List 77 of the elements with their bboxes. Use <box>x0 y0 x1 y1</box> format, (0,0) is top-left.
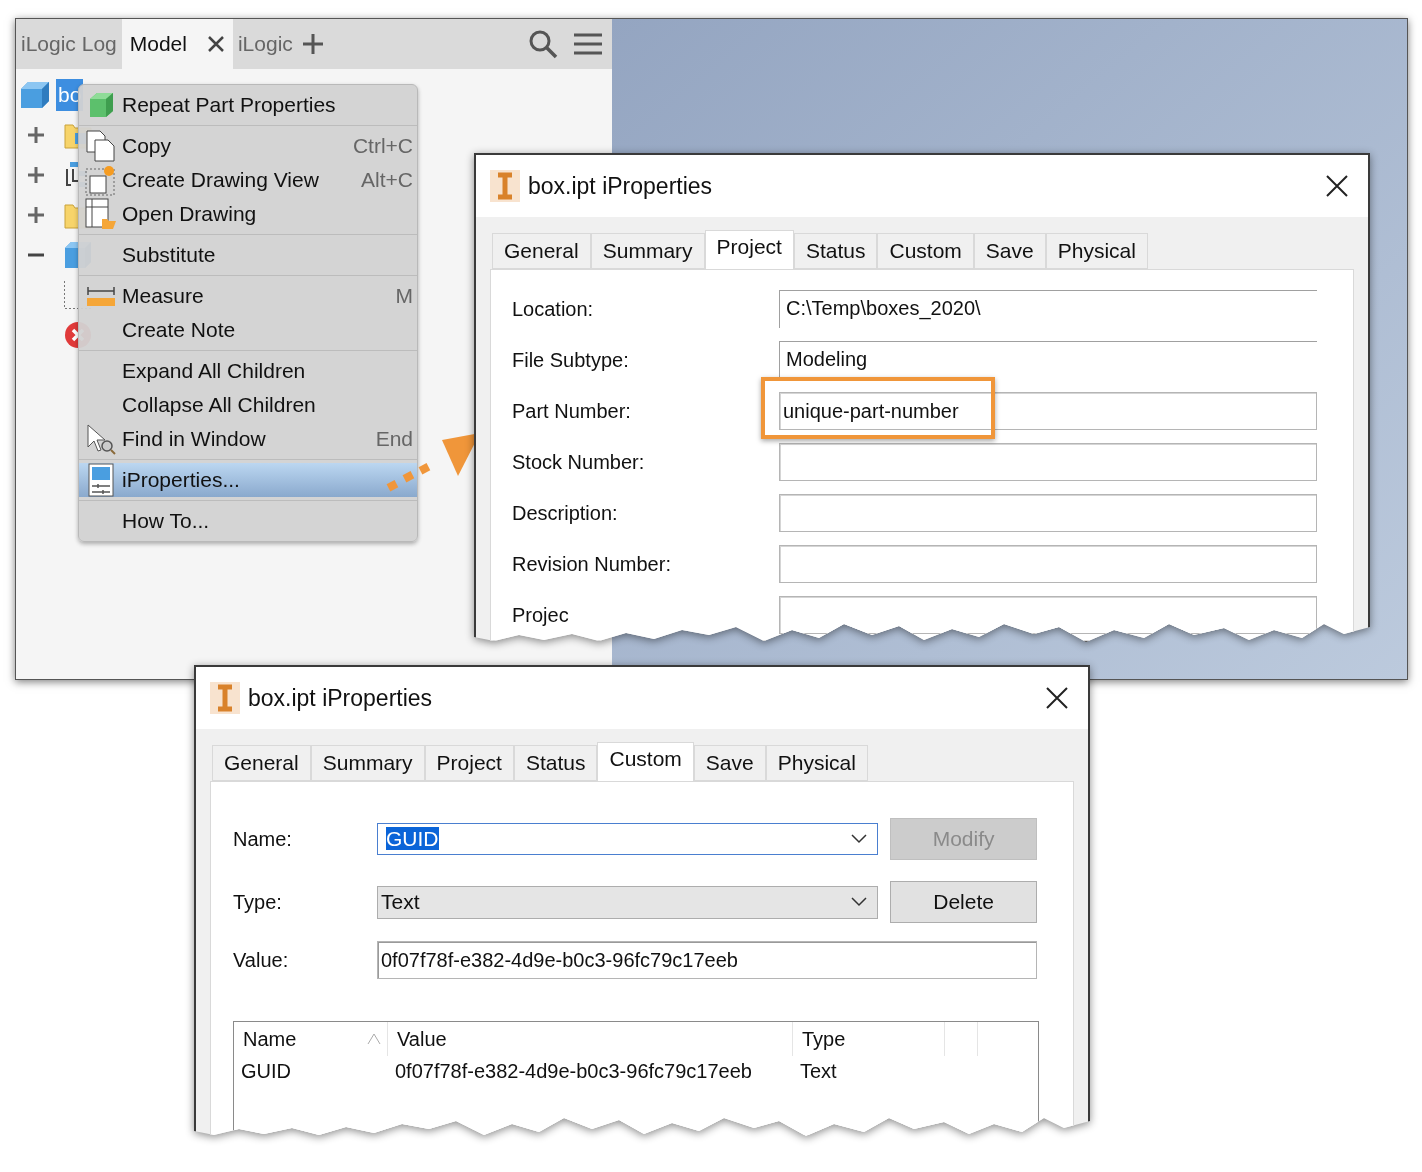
readonly-field: C:\Temp\boxes_2020\ <box>779 290 1317 328</box>
menu-item[interactable]: Create Drawing View Alt+C <box>79 163 417 197</box>
table-cell-text: GUID <box>240 1059 292 1084</box>
plus-icon[interactable] <box>301 33 324 55</box>
expand-icon[interactable] <box>27 206 45 224</box>
dialog-tab[interactable]: Project <box>704 230 794 270</box>
menu-item[interactable]: Open Drawing <box>79 197 417 231</box>
dialog-tab[interactable]: Save <box>973 233 1046 269</box>
menu-icon[interactable] <box>574 32 602 56</box>
ruler-icon <box>85 284 116 308</box>
input-field[interactable] <box>779 545 1317 583</box>
menu-item[interactable]: Find in Window End <box>79 422 417 456</box>
window-title: box.ipt iProperties <box>528 171 714 201</box>
dialog-tab[interactable]: Physical <box>1045 233 1148 269</box>
field-label: Description: <box>512 501 619 526</box>
dialog-tab[interactable]: Custom <box>877 233 974 269</box>
menu-item[interactable]: Create Note <box>79 313 417 347</box>
input-field[interactable] <box>779 596 1317 634</box>
column-header[interactable]: Name <box>234 1022 388 1056</box>
drawing-folder-icon <box>84 198 117 230</box>
dialog-tab[interactable]: Physical <box>765 745 868 781</box>
delete-button[interactable]: Delete <box>890 881 1037 923</box>
chevron-down-icon[interactable] <box>851 834 868 844</box>
column-header[interactable]: Value <box>388 1022 793 1056</box>
app-logo-icon <box>490 170 520 202</box>
chevron-down-icon[interactable] <box>851 897 868 907</box>
dialog-tab[interactable]: Status <box>513 745 598 781</box>
close-icon[interactable] <box>206 35 225 53</box>
dialog-tab[interactable]: General <box>212 745 311 781</box>
browser-tab[interactable]: iLogic Log <box>16 19 122 69</box>
dialog-tab[interactable]: Summary <box>310 745 425 781</box>
dialog-tab[interactable]: Status <box>793 233 878 269</box>
dialog-tab[interactable]: Save <box>693 745 766 781</box>
table-cell-text: Text <box>799 1059 838 1084</box>
menu-item[interactable]: Expand All Children <box>79 354 417 388</box>
name-dropdown[interactable]: GUID <box>377 823 879 855</box>
field-label: Revision Number: <box>512 552 672 577</box>
pointer-magnifier-icon <box>85 423 116 455</box>
browser-tab[interactable]: Model <box>121 19 233 69</box>
dialog-tab[interactable]: Custom <box>597 742 694 782</box>
drawing-view-icon <box>84 164 117 196</box>
close-icon[interactable] <box>1326 175 1348 197</box>
expand-icon[interactable] <box>27 166 45 184</box>
dialog-tab[interactable]: Summary <box>590 233 705 269</box>
input-field[interactable]: 0f07f78f-e382-4d9e-b0c3-96fc79c17eeb <box>377 941 1037 979</box>
menu-item[interactable]: Collapse All Children <box>79 388 417 422</box>
app-logo-icon <box>210 682 240 714</box>
cube-icon <box>20 81 50 109</box>
field-label: Stock Number: <box>512 450 646 475</box>
input-field[interactable] <box>779 494 1317 532</box>
search-icon[interactable] <box>528 29 558 59</box>
menu-item[interactable]: How To... <box>79 504 417 538</box>
menu-item[interactable]: Substitute <box>79 238 417 272</box>
column-header[interactable]: Type <box>793 1022 945 1056</box>
field-label: Projec <box>512 603 570 628</box>
readonly-field: Modeling <box>779 341 1317 379</box>
expand-icon[interactable] <box>27 126 45 144</box>
field-label: Type: <box>233 890 283 915</box>
field-label: Value: <box>233 948 290 973</box>
input-field[interactable] <box>779 443 1317 481</box>
field-label: File Subtype: <box>512 348 630 373</box>
menu-item[interactable]: iProperties... <box>79 463 417 497</box>
table-cell-text: 0f07f78f-e382-4d9e-b0c3-96fc79c17eeb <box>394 1059 753 1084</box>
field-label: Name: <box>233 827 293 852</box>
input-field[interactable]: unique-part-number <box>779 392 1317 430</box>
menu-item[interactable]: Copy Ctrl+C <box>79 129 417 163</box>
dialog-tab[interactable]: General <box>492 233 591 269</box>
window-title: box.ipt iProperties <box>248 683 434 713</box>
close-icon[interactable] <box>1046 687 1068 709</box>
menu-item[interactable]: Measure M <box>79 279 417 313</box>
type-dropdown[interactable]: Text <box>377 885 879 919</box>
field-label: Location: <box>512 297 595 322</box>
field-label: Part Number: <box>512 399 632 424</box>
dialog-tab[interactable]: Project <box>424 745 514 781</box>
browser-tab[interactable]: iLogic <box>232 19 298 69</box>
properties-icon <box>87 463 114 497</box>
copy-icon <box>85 130 116 162</box>
